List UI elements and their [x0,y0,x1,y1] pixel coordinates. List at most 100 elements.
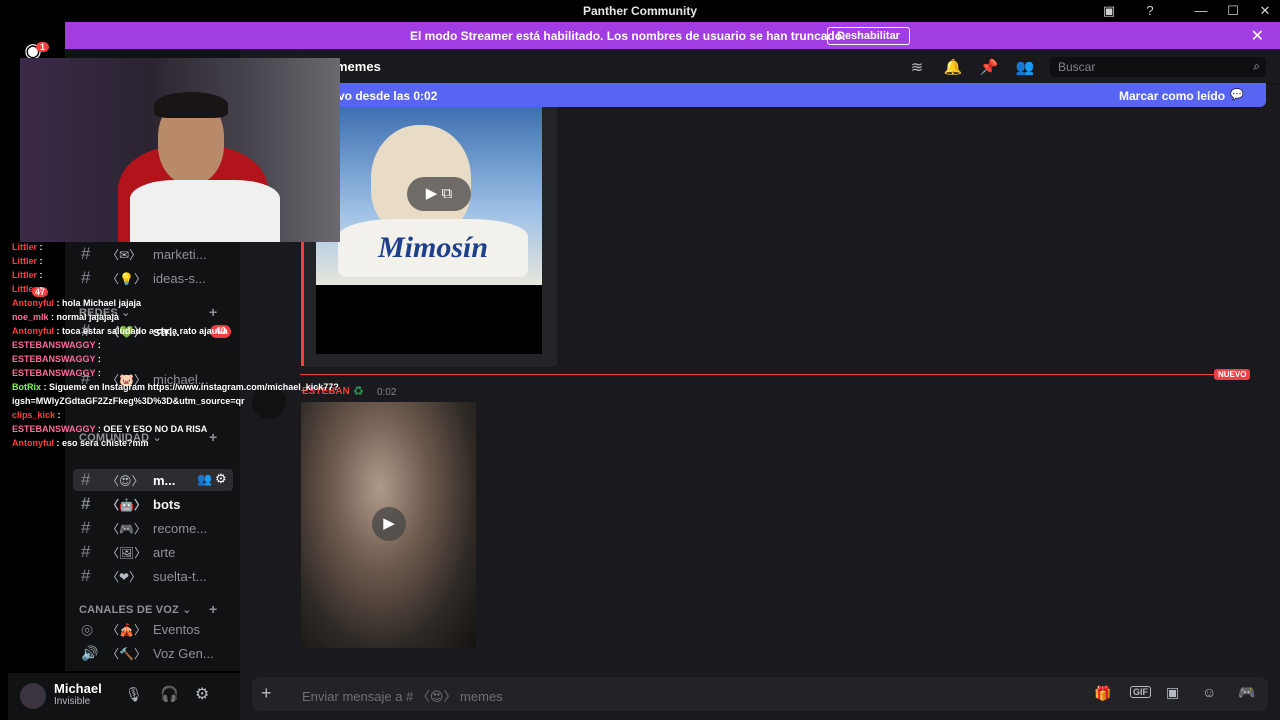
chat-message: : normal jajajaja [51,312,120,322]
chat-line: noe_mlk : normal jajajaja [12,310,342,324]
video-embed-1[interactable]: Mimosín ▶ ⧉ [316,107,542,354]
user-status: Invisible [54,696,91,707]
chat-message: : [39,256,43,266]
search-input[interactable]: Buscar ⌕ [1050,57,1266,77]
gift-icon[interactable]: 🎁 [1094,685,1111,702]
pin-icon[interactable]: 📌 [979,58,999,76]
channel-emoji: 〈🖼〉 [107,546,147,560]
play-button[interactable]: ▶ ⧉ [407,177,471,211]
new-divider-line [300,374,1220,375]
chat-line: Littler : [12,240,342,254]
stage-icon: ◎ [81,621,94,637]
channel-label: Voz Gen... [153,646,214,661]
mention-badge: 1 [36,42,50,52]
sticker-icon[interactable]: ▣ [1166,684,1179,701]
chat-username: Littler [12,284,38,294]
members-icon[interactable]: 👥 [1015,58,1035,76]
chat-message: : hola Michael jajaja [56,298,142,308]
category-voz[interactable]: CANALES DE VOZ ⌄ + [79,601,217,617]
chat-line: Littler : [12,254,342,268]
chat-message: : Sigueme en Instagram https://www.insta… [43,382,339,392]
chat-message: : OEE Y ESO NO DA RISA [97,424,208,434]
channel-emoji: 〈❤〉 [107,570,142,584]
activities-icon[interactable]: 🎮 [1238,684,1255,701]
maximize-button[interactable]: ☐ [1222,2,1244,20]
chat-line: BotRix : Sigueme en Instagram https://ww… [12,380,342,394]
chat-message: : eso sera chiste?mm [56,438,149,448]
add-attachment-icon[interactable]: + [261,683,272,704]
voice-channel-eventos[interactable]: ◎ 〈🎪〉 Eventos [73,618,233,640]
headphones-icon[interactable]: 🎧 [160,685,179,703]
webcam-overlay [20,58,340,242]
gear-icon[interactable]: ⚙ [215,471,227,487]
minimize-button[interactable]: — [1190,2,1212,20]
channel-label: arte [153,545,176,560]
chat-username: Antonyful [12,326,54,336]
chat-username: noe_mlk [12,312,49,322]
video-caption: Mimosín [338,219,528,277]
channel-bots[interactable]: # 〈🤖〉 bots [73,493,233,515]
streamer-mode-text: El modo Streamer está habilitado. Los no… [410,29,846,43]
chat-line: Antonyful : eso sera chiste?mm [12,436,342,450]
speaker-icon: 🔊 [81,645,99,661]
new-divider-label: NUEVO [1214,369,1251,380]
channel-arte[interactable]: # 〈🖼〉 arte [73,541,233,563]
disable-streamer-button[interactable]: Deshabilitar [827,27,910,45]
voice-channel-general[interactable]: 🔊 〈🔨〉 Voz Gen... [73,642,233,664]
channel-suelta[interactable]: # 〈❤〉 suelta-t... [73,565,233,587]
invite-icon[interactable]: 👥 [197,472,212,486]
chat-line: Littler : [12,282,342,296]
chat-line: Antonyful : toca estar saludado a cada r… [12,324,342,338]
category-label: CANALES DE VOZ [79,604,179,616]
channel-memes[interactable]: # 〈😍〉 m... 👥 ⚙ [73,469,233,491]
chat-message: : [97,340,101,350]
chat-username: ESTEBANSWAGGY [12,424,96,434]
channel-label: recome... [153,521,208,536]
chat-line: ESTEBANSWAGGY : OEE Y ESO NO DA RISA [12,422,342,436]
chat-line: Littler : [12,268,342,282]
text-channel-icon: # [81,542,91,561]
gif-icon[interactable]: GIF [1130,686,1151,698]
role-icon: ♻ [353,384,364,398]
message-composer[interactable]: + Enviar mensaje a # 〈😍〉 memes 🎁 GIF ▣ ☺… [252,677,1268,711]
chat-username: Antonyful [12,298,54,308]
microphone-icon[interactable]: 🎙 [125,686,143,703]
chat-username: Littler [12,256,38,266]
channel-label: m... [153,473,176,488]
search-placeholder: Buscar [1058,60,1096,74]
threads-icon[interactable]: ≋ [907,58,927,76]
bell-icon[interactable]: 🔔 [943,58,963,76]
text-channel-icon: # [81,518,91,537]
chat-message: igsh=MWlyZGdtaGF2ZzFkeg%3D%3D&utm_source… [12,396,245,406]
username: Michael [54,681,102,696]
channel-recomendaciones[interactable]: # 〈🎮〉 recome... [73,517,233,539]
mark-read-button[interactable]: Marcar como leído [1119,89,1225,103]
chat-message: : [97,354,101,364]
emoji-icon[interactable]: ☺ [1202,684,1216,700]
chat-line: ESTEBANSWAGGY : [12,338,342,352]
play-button[interactable]: ▶ [372,507,406,541]
user-panel: Michael Invisible 🎙 🎧 ⚙ [8,673,240,720]
screen-share-icon[interactable]: ▣ [1098,2,1120,20]
window-titlebar: Panther Community ▣ ? — ☐ ✕ [0,0,1280,22]
chat-username: Littler [12,270,38,280]
banner-close-icon[interactable]: ✕ [1251,26,1264,46]
channel-emoji: 〈🔨〉 [107,647,146,661]
chat-line: ESTEBANSWAGGY : [12,352,342,366]
chat-message: : [97,368,101,378]
channel-emoji: 〈😍〉 [107,474,144,488]
help-icon[interactable]: ? [1139,2,1161,20]
chat-line: Antonyful : hola Michael jajaja [12,296,342,310]
avatar[interactable] [20,683,46,709]
text-channel-icon: # [81,566,91,585]
add-channel-icon[interactable]: + [209,601,217,617]
search-icon: ⌕ [1253,59,1260,73]
chat-line: clips_kick : [12,408,342,422]
channel-label: Eventos [153,622,200,637]
chat-username: Antonyful [12,438,54,448]
user-settings-icon[interactable]: ⚙ [195,684,209,704]
new-messages-bar[interactable]: vo desde las 0:02 Marcar como leído 💬 [330,83,1266,107]
chat-message: : toca estar saludado a cada rato ajauua [56,326,228,336]
streamer-shirt [130,180,280,242]
close-window-button[interactable]: ✕ [1254,2,1276,20]
